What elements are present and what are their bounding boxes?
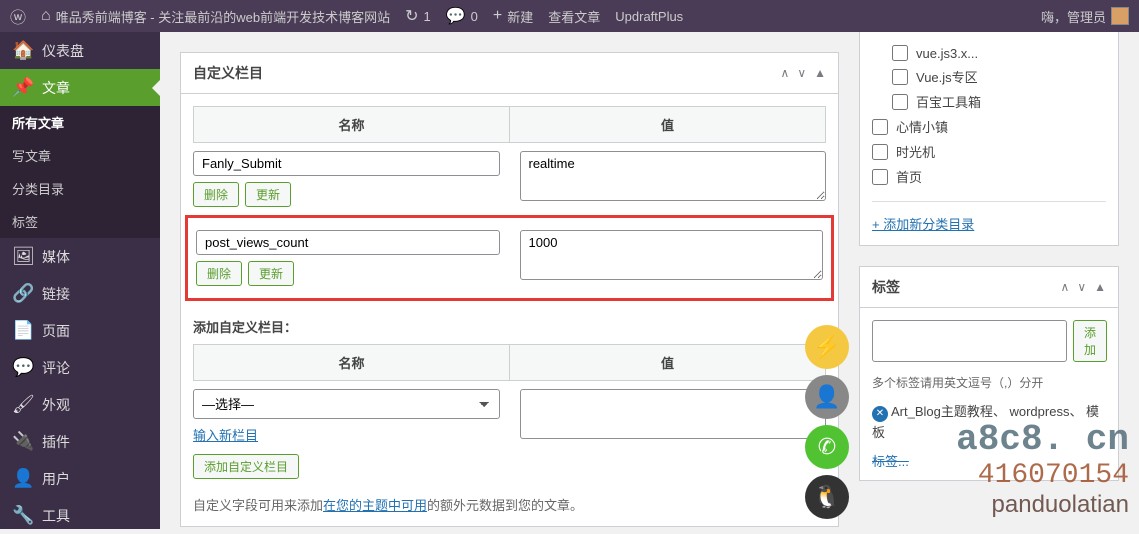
tags-title: 标签 <box>872 277 900 297</box>
updraft-link[interactable]: UpdraftPlus <box>615 9 683 24</box>
theme-usage-link[interactable]: 在您的主题中可用 <box>323 498 427 513</box>
page-icon: 📄 <box>12 320 32 341</box>
category-item[interactable]: 时光机 <box>872 139 1106 164</box>
view-post-link[interactable]: 查看文章 <box>548 7 600 26</box>
floating-contact-icons: ⚡ 👤 ✆ 🐧 <box>805 325 849 519</box>
wp-logo[interactable]: ⓦ <box>10 4 26 28</box>
menu-comments[interactable]: 💬评论 <box>0 349 160 386</box>
comment-icon: 💬 <box>12 357 32 378</box>
link-icon: 🔗 <box>12 283 32 304</box>
plug-icon: 🔌 <box>12 431 32 452</box>
category-item[interactable]: 心情小镇 <box>872 114 1106 139</box>
menu-media[interactable]: 🖼媒体 <box>0 238 160 275</box>
new-content-link[interactable]: +新建 <box>493 7 533 26</box>
meta-entry-row-highlighted: 删除 更新 1000 <box>185 215 834 301</box>
category-item[interactable]: vue.js3.x... <box>892 42 1106 64</box>
enter-new-link[interactable]: 输入新栏目 <box>193 425 500 444</box>
greeting-link[interactable]: 嗨，管理员 <box>1041 7 1129 26</box>
th-name: 名称 <box>194 107 510 142</box>
category-item[interactable]: Vue.js专区 <box>892 64 1106 89</box>
admin-bar: ⓦ ⌂唯品秀前端博客 - 关注最前沿的web前端开发技术博客网站 ↻1 💬0 +… <box>0 0 1139 32</box>
submenu-all-posts[interactable]: 所有文章 <box>0 106 160 139</box>
menu-tools[interactable]: 🔧工具 <box>0 497 160 534</box>
tags-box: 标签 ∧ ∨ ▲ 添加 多个标签请用英文逗号（,）分开 ✕Art_Blog主题教… <box>859 266 1119 481</box>
delete-button[interactable]: 删除 <box>193 182 239 207</box>
th-value: 值 <box>510 107 825 142</box>
add-tag-button[interactable]: 添加 <box>1073 320 1107 362</box>
contact-icon[interactable]: ⚡ <box>805 325 849 369</box>
user-icon: 👤 <box>12 468 32 489</box>
qq-icon[interactable]: 🐧 <box>805 475 849 519</box>
remove-tag-icon[interactable]: ✕ <box>872 406 888 422</box>
meta-entry-row: 删除 更新 realtime <box>193 151 826 207</box>
wechat-icon[interactable]: ✆ <box>805 425 849 469</box>
th-value: 值 <box>510 345 825 380</box>
tag-input[interactable] <box>872 320 1067 362</box>
add-custom-field-button[interactable]: 添加自定义栏目 <box>193 454 299 479</box>
comments-link[interactable]: 💬0 <box>446 6 478 26</box>
avatar <box>1111 7 1129 25</box>
menu-links[interactable]: 🔗链接 <box>0 275 160 312</box>
delete-button[interactable]: 删除 <box>196 261 242 286</box>
tag-item: ✕Art_Blog主题教程、 wordpress、 模板 <box>860 401 1118 451</box>
move-down-button[interactable]: ∨ <box>1077 280 1086 294</box>
add-section-title: 添加自定义栏目： <box>193 317 826 336</box>
contact-icon[interactable]: 👤 <box>805 375 849 419</box>
category-item[interactable]: 百宝工具箱 <box>892 89 1106 114</box>
category-item[interactable]: 首页 <box>872 164 1106 189</box>
wrench-icon: 🔧 <box>12 505 32 526</box>
site-name-link[interactable]: ⌂唯品秀前端博客 - 关注最前沿的web前端开发技术博客网站 <box>41 7 390 26</box>
menu-posts[interactable]: 📌文章 <box>0 69 160 106</box>
menu-pages[interactable]: 📄页面 <box>0 312 160 349</box>
meta-value-input[interactable]: 1000 <box>520 230 824 280</box>
submenu-new-post[interactable]: 写文章 <box>0 139 160 172</box>
media-icon: 🖼 <box>12 246 32 267</box>
submenu-tags[interactable]: 标签 <box>0 205 160 238</box>
pin-icon: 📌 <box>12 77 32 98</box>
meta-name-input[interactable] <box>193 151 500 176</box>
tag-hint: 多个标签请用英文逗号（,）分开 <box>860 374 1118 401</box>
update-button[interactable]: 更新 <box>248 261 294 286</box>
gauge-icon: 🏠 <box>12 40 32 61</box>
add-category-link[interactable]: + 添加新分类目录 <box>872 201 1106 233</box>
menu-users[interactable]: 👤用户 <box>0 460 160 497</box>
metabox-description: 自定义字段可用来添加在您的主题中可用的额外元数据到您的文章。 <box>193 495 826 514</box>
metabox-title: 自定义栏目 <box>193 63 263 83</box>
custom-fields-box: 自定义栏目 ∧ ∨ ▲ 名称 值 删除 更新 <box>180 52 839 527</box>
meta-value-input[interactable]: realtime <box>520 151 827 201</box>
collapse-button[interactable]: ▲ <box>1094 280 1106 294</box>
brush-icon: 🖌 <box>12 394 32 415</box>
meta-name-select[interactable]: —选择— <box>193 389 500 419</box>
refresh-link[interactable]: ↻1 <box>405 6 431 26</box>
move-up-button[interactable]: ∧ <box>1061 280 1070 294</box>
move-down-button[interactable]: ∨ <box>797 66 806 80</box>
main-content: 自定义栏目 ∧ ∨ ▲ 名称 值 删除 更新 <box>160 32 859 529</box>
right-column: vue.js3.x... Vue.js专区 百宝工具箱 心情小镇 时光机 首页 … <box>859 32 1139 529</box>
menu-dashboard[interactable]: 🏠仪表盘 <box>0 32 160 69</box>
tag-cloud-link[interactable]: 标签... <box>872 454 909 469</box>
menu-appearance[interactable]: 🖌外观 <box>0 386 160 423</box>
menu-plugins[interactable]: 🔌插件 <box>0 423 160 460</box>
move-up-button[interactable]: ∧ <box>781 66 790 80</box>
collapse-button[interactable]: ▲ <box>814 66 826 80</box>
submenu-categories[interactable]: 分类目录 <box>0 172 160 205</box>
admin-sidebar: 🏠仪表盘 📌文章 所有文章 写文章 分类目录 标签 🖼媒体 🔗链接 📄页面 💬评… <box>0 32 160 529</box>
meta-name-input[interactable] <box>196 230 500 255</box>
new-meta-value-input[interactable] <box>520 389 827 439</box>
th-name: 名称 <box>194 345 510 380</box>
update-button[interactable]: 更新 <box>245 182 291 207</box>
